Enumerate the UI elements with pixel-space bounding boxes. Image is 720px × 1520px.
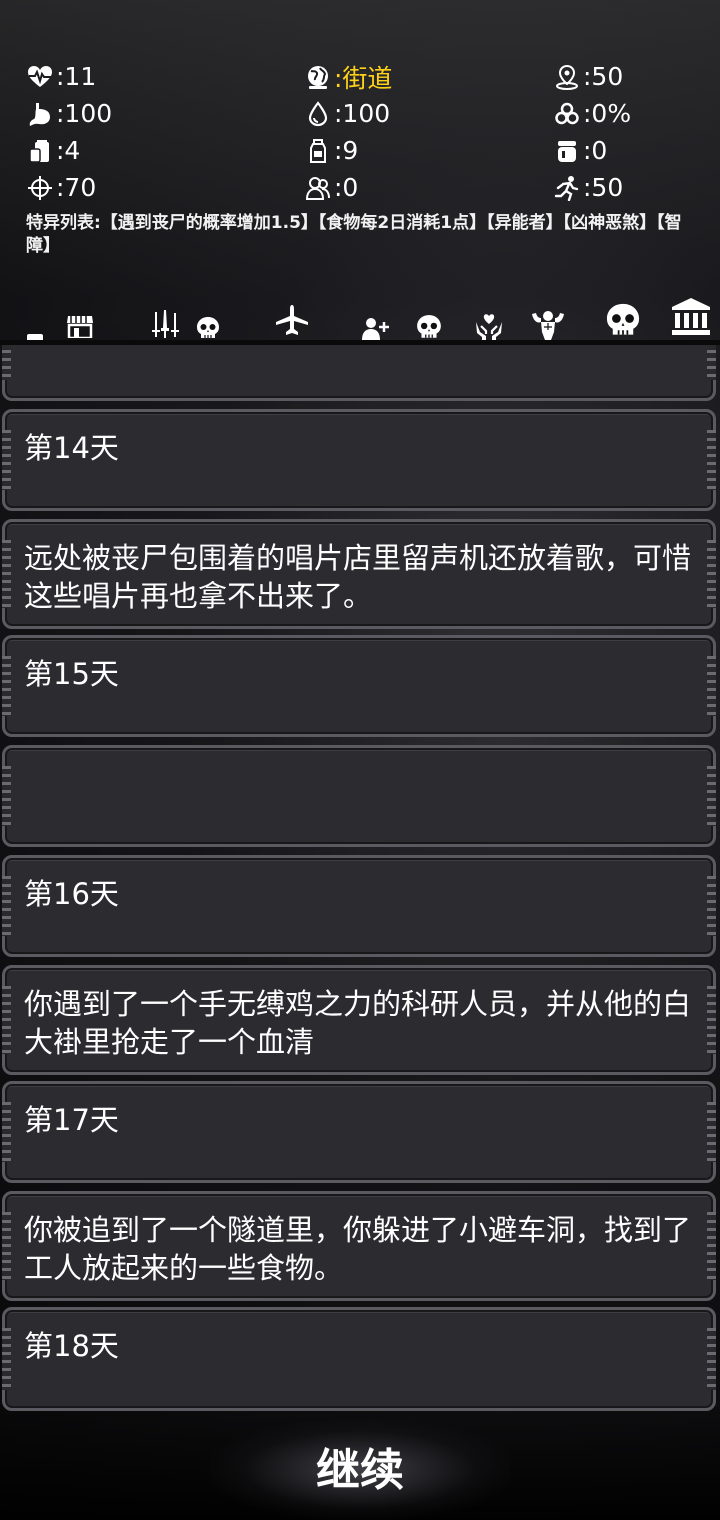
stomach-icon	[26, 100, 54, 128]
log-entry	[2, 745, 716, 847]
crosshair-icon	[26, 174, 54, 202]
biohazard-icon	[553, 100, 581, 128]
event-log[interactable]: 第14天 远处被丧尸包围着的唱片店里留声机还放着歌，可惜这些唱片再也拿不出来了。…	[0, 345, 720, 1415]
food-stat: :4	[26, 132, 80, 169]
toolbar	[0, 298, 720, 344]
log-entry: 第14天	[2, 409, 716, 511]
log-entry: 第18天	[2, 1307, 716, 1411]
weapons-icon[interactable]	[150, 310, 180, 338]
heartbeat-icon	[26, 63, 54, 91]
accuracy-stat: :70	[26, 169, 96, 206]
location-stat: :街道	[304, 58, 392, 95]
shop-icon[interactable]	[66, 314, 94, 338]
add-person-icon[interactable]	[361, 316, 389, 340]
traits-list: 特异列表:【遇到丧尸的概率增加1.5】【食物每2日消耗1点】【异能者】【凶神恶煞…	[26, 213, 682, 256]
log-entry: 第17天	[2, 1081, 716, 1183]
airplane-icon[interactable]	[274, 304, 310, 336]
log-entry: 第15天	[2, 635, 716, 737]
continue-button[interactable]: 继续	[260, 1438, 460, 1504]
companions-stat: :0	[304, 169, 358, 206]
skull-icon[interactable]	[195, 316, 221, 340]
bottle-stat: :9	[304, 132, 358, 169]
log-entry: 你被追到了一个隧道里，你躲进了小避车洞，找到了工人放起来的一些食物。	[2, 1191, 716, 1301]
globe-icon	[304, 63, 332, 91]
bottle-icon	[304, 137, 332, 165]
map-pin-icon	[553, 63, 581, 91]
log-entry: 你遇到了一个手无缚鸡之力的科研人员，并从他的白大褂里抢走了一个血清	[2, 965, 716, 1075]
skull-icon[interactable]	[604, 302, 642, 338]
running-icon	[553, 174, 581, 202]
water-drop-icon	[304, 100, 332, 128]
log-entry	[2, 345, 716, 401]
distance-stat: :50	[553, 58, 623, 95]
log-entry: 远处被丧尸包围着的唱片店里留声机还放着歌，可惜这些唱片再也拿不出来了。	[2, 519, 716, 629]
speed-stat: :50	[553, 169, 623, 206]
log-entry: 第16天	[2, 855, 716, 957]
muscle-icon[interactable]	[529, 310, 567, 340]
food-can-icon	[26, 137, 54, 165]
stomach-stat: :100	[26, 95, 112, 132]
skull-icon[interactable]	[415, 314, 443, 340]
infection-stat: :0%	[553, 95, 631, 132]
bank-icon[interactable]	[670, 296, 712, 336]
jar-icon	[553, 137, 581, 165]
stats-panel: :11 :街道 :50 :100 :100:0%:4:9:0:70:…	[26, 58, 706, 206]
caring-hands-icon[interactable]	[474, 312, 504, 340]
water-stat: :100	[304, 95, 390, 132]
people-icon	[304, 174, 332, 202]
health-stat: :11	[26, 58, 96, 95]
jar-stat: :0	[553, 132, 607, 169]
